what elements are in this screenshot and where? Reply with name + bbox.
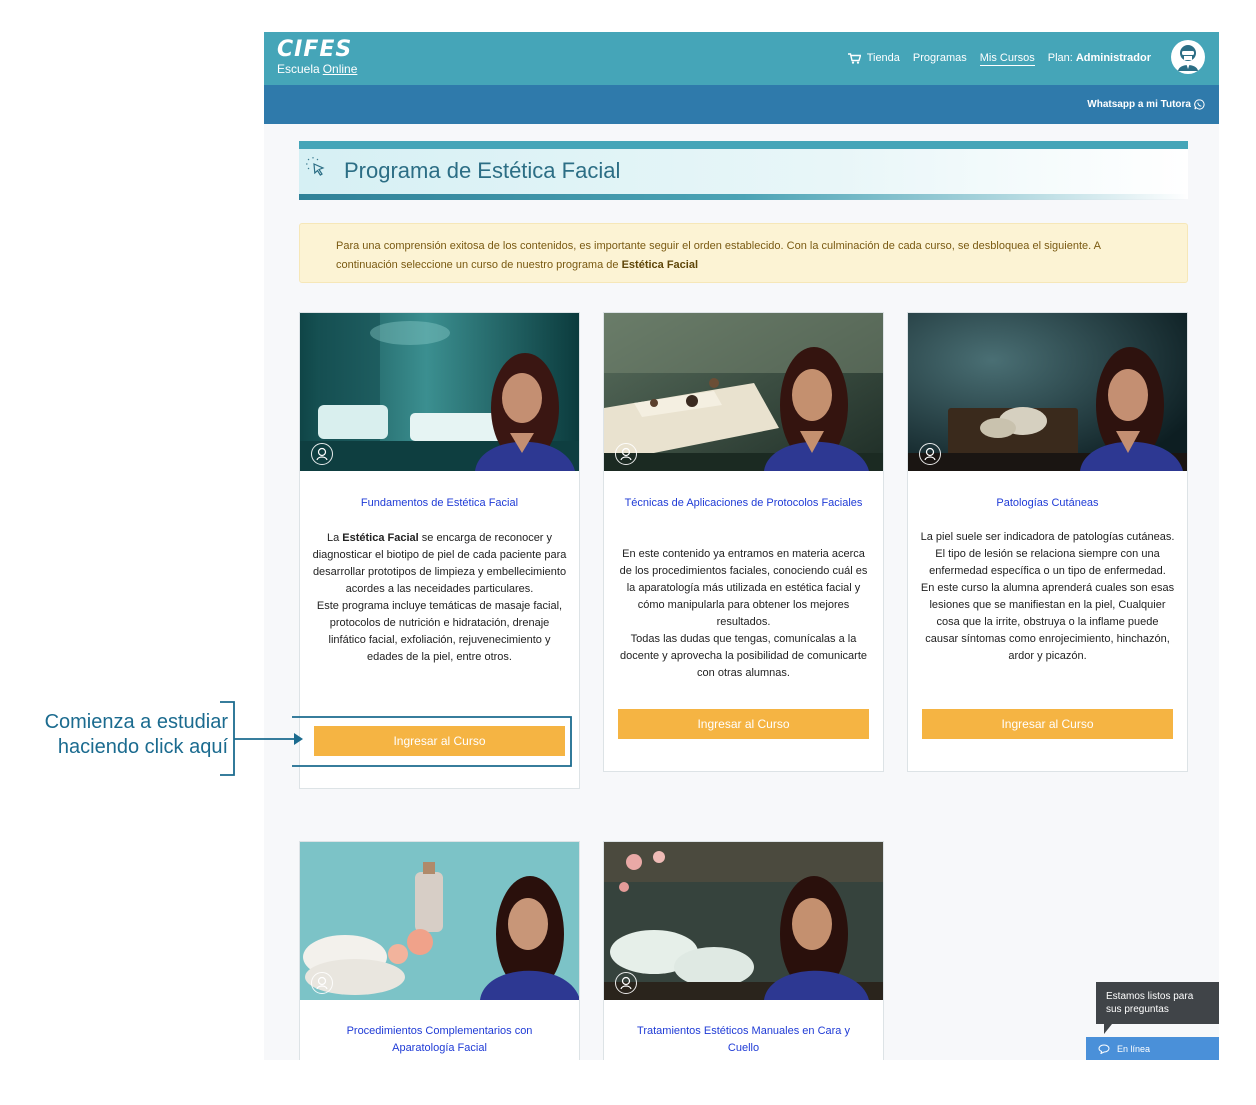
annotation-line-2: haciendo click aquí	[57, 736, 228, 758]
annotation-callout	[220, 701, 572, 776]
annotation-text: Comienza a estudiar haciendo click aquí	[18, 710, 228, 760]
annotation-line-1: Comienza a estudiar	[44, 711, 228, 733]
